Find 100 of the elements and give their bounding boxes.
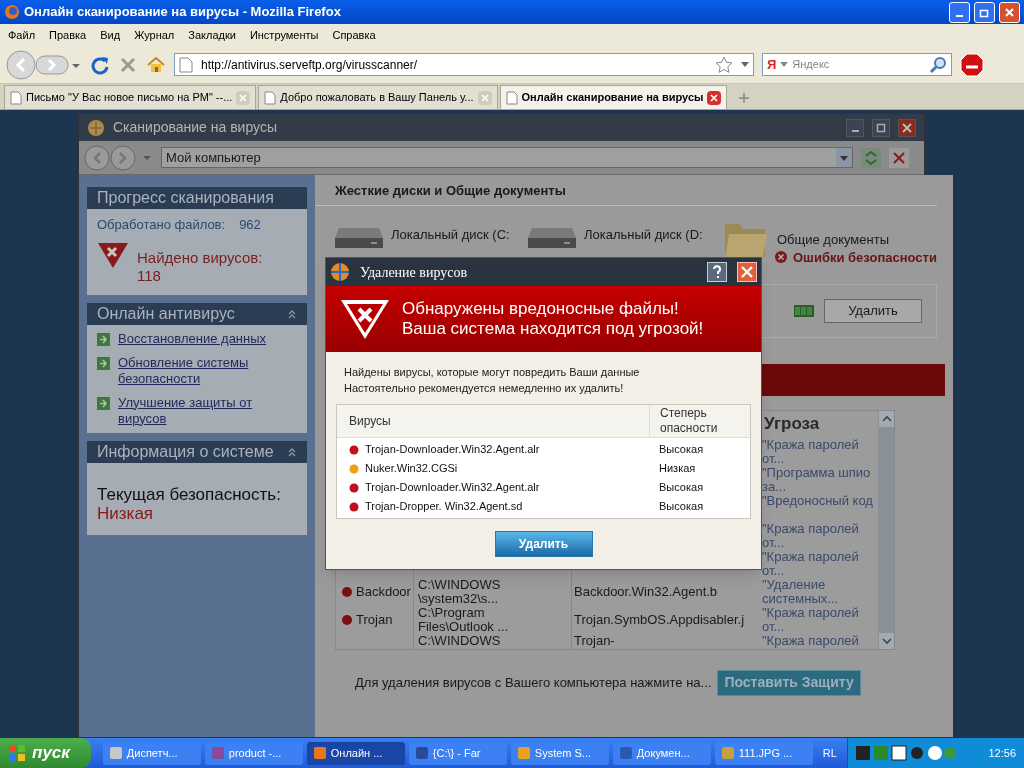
table-cell: C:\WINDOWS: [418, 632, 501, 648]
status-dot-icon: [342, 586, 352, 597]
search-bar[interactable]: Я Яндекс: [762, 53, 952, 76]
table-cell-text: "Кража паролей от...: [762, 549, 860, 578]
home-icon[interactable]: [146, 54, 166, 75]
close-icon: [741, 266, 753, 278]
warning-icon: [340, 298, 390, 340]
app-title: Сканирование на вирусы: [113, 118, 278, 137]
menu-item[interactable]: Файл: [8, 26, 36, 44]
firefox-icon: [4, 4, 20, 20]
dropdown-icon[interactable]: [741, 61, 749, 68]
menu-item[interactable]: Вид: [100, 26, 121, 44]
arrow-icon: [97, 332, 110, 346]
app-icon: [312, 746, 327, 760]
close-icon: [1004, 6, 1015, 18]
table-cell-text: "Вредоносный код: [762, 493, 874, 508]
collapse-icon[interactable]: [287, 446, 297, 457]
taskbar-button[interactable]: Диспетч...: [102, 741, 201, 765]
menu-item[interactable]: Правка: [49, 26, 87, 44]
link[interactable]: Обновление системы безопасности: [118, 354, 297, 387]
help-button[interactable]: [707, 262, 727, 282]
link[interactable]: Восстановление данных: [118, 330, 267, 347]
taskbar-button[interactable]: System S...: [510, 741, 609, 765]
taskbar-button[interactable]: {C:\} - Far: [408, 741, 507, 765]
app-icon: [414, 746, 429, 760]
table-cell-text: Низкая: [658, 461, 696, 477]
status-dot-icon: [349, 444, 359, 455]
delete-button[interactable]: Удалить: [494, 531, 593, 557]
address-bar[interactable]: http://antivirus.serveftp.org/virusscanner/: [174, 53, 754, 76]
table-cell-text: "Программа шпио за...: [762, 465, 872, 494]
close-icon[interactable]: [889, 147, 909, 168]
browser-tab[interactable]: Онлайн сканирование на вирусы: [499, 85, 728, 109]
tab-close-button[interactable]: [707, 90, 722, 105]
menu-item[interactable]: Справка: [332, 26, 376, 44]
status-text: Ошибки безопасности: [793, 248, 937, 267]
address-field[interactable]: Мой компьютер: [161, 147, 853, 168]
status-dot-icon: [349, 501, 359, 512]
search-icon[interactable]: [929, 55, 947, 74]
maximize-icon: [876, 122, 886, 133]
scrollbar[interactable]: [878, 410, 894, 649]
minimize-button[interactable]: [846, 118, 864, 137]
files-label: Обработано файлов:: [97, 216, 226, 234]
column-header: Угроза: [763, 412, 821, 435]
menu-item[interactable]: Инструменты: [249, 26, 319, 44]
address-text: Мой компьютер: [166, 148, 262, 167]
dialog-title: Удаление вирусов: [360, 263, 469, 282]
minimize-icon: [851, 130, 859, 132]
delete-button[interactable]: Удалить: [823, 298, 922, 323]
table-cell-text: Высокая: [658, 442, 704, 458]
table-cell: Trojan: [356, 612, 393, 627]
restore-button[interactable]: [974, 1, 995, 23]
dropdown-icon: [780, 61, 789, 68]
dropdown-icon[interactable]: [836, 148, 852, 167]
app-icon: [516, 746, 531, 760]
arrow-icon: [97, 396, 110, 410]
table-cell-text: Высокая: [658, 499, 704, 515]
language-indicator[interactable]: RL: [812, 744, 847, 762]
reload-icon[interactable]: [90, 54, 110, 75]
table-cell: Trojan.SymbOS.Appdisabler.j: [574, 612, 745, 627]
message-text: Настоятельно рекомендуется немедленно их удалить!: [344, 381, 625, 396]
clock: 12:56: [988, 745, 1016, 761]
arrow-icon: [97, 356, 110, 370]
taskbar-button[interactable]: Докумен...: [612, 741, 711, 765]
page-icon: [10, 90, 22, 105]
app-icon: [618, 746, 633, 760]
taskbar-button[interactable]: product -...: [204, 741, 303, 765]
status-dot-icon: [349, 482, 359, 493]
table-cell-text: "Кража паролей от...: [762, 521, 860, 550]
maximize-button[interactable]: [872, 118, 890, 137]
security-status: Текущая безопасность: Низкая: [96, 483, 282, 525]
search-field[interactable]: Яндекс: [792, 56, 925, 73]
window-title: Онлайн сканирование на вирусы - Mozilla Firefox: [24, 3, 342, 22]
minimize-icon: [956, 15, 963, 17]
app-icon: [210, 746, 225, 760]
stop-sign-icon[interactable]: [960, 52, 984, 77]
found-label: Найдено вирусов:: [137, 248, 263, 267]
menu-item[interactable]: Журнал: [134, 26, 175, 44]
link[interactable]: Улучшение защиты от вирусов: [118, 394, 297, 427]
search-engine-label: Я: [767, 55, 777, 74]
taskbar-button[interactable]: Онлайн ...: [306, 741, 405, 765]
star-icon[interactable]: [715, 55, 733, 74]
section-heading: Жесткие диски и Общие документы: [315, 175, 937, 206]
url-text: http://antivirus.serveftp.org/virusscanner/: [201, 56, 419, 74]
page-icon: [264, 90, 277, 105]
globe-icon: [330, 262, 350, 282]
error-icon: [775, 251, 787, 264]
start-button[interactable]: пуск: [0, 738, 91, 768]
taskbar-button[interactable]: 111.JPG ...: [714, 741, 813, 765]
back-forward-icon[interactable]: [4, 49, 82, 80]
browser-tab[interactable]: Письмо "У Вас новое письмо на РМ" --...: [4, 85, 257, 109]
column-header: Вирусы: [348, 413, 392, 429]
table-cell: C:\WINDOWS \system32\s...: [418, 576, 501, 606]
table-cell: Backdoor: [356, 584, 411, 599]
browser-tab[interactable]: Добро пожаловать в Вашу Панель у...: [258, 85, 498, 109]
message-text: Найдены вирусы, которые могут повредить Ваши данные: [344, 365, 641, 380]
close-button[interactable]: [898, 118, 916, 137]
menu-item[interactable]: Закладки: [188, 26, 236, 44]
table-cell-text: Nuker.Win32.CGSi: [365, 461, 458, 477]
close-icon: [710, 93, 719, 102]
collapse-icon[interactable]: [287, 308, 297, 319]
